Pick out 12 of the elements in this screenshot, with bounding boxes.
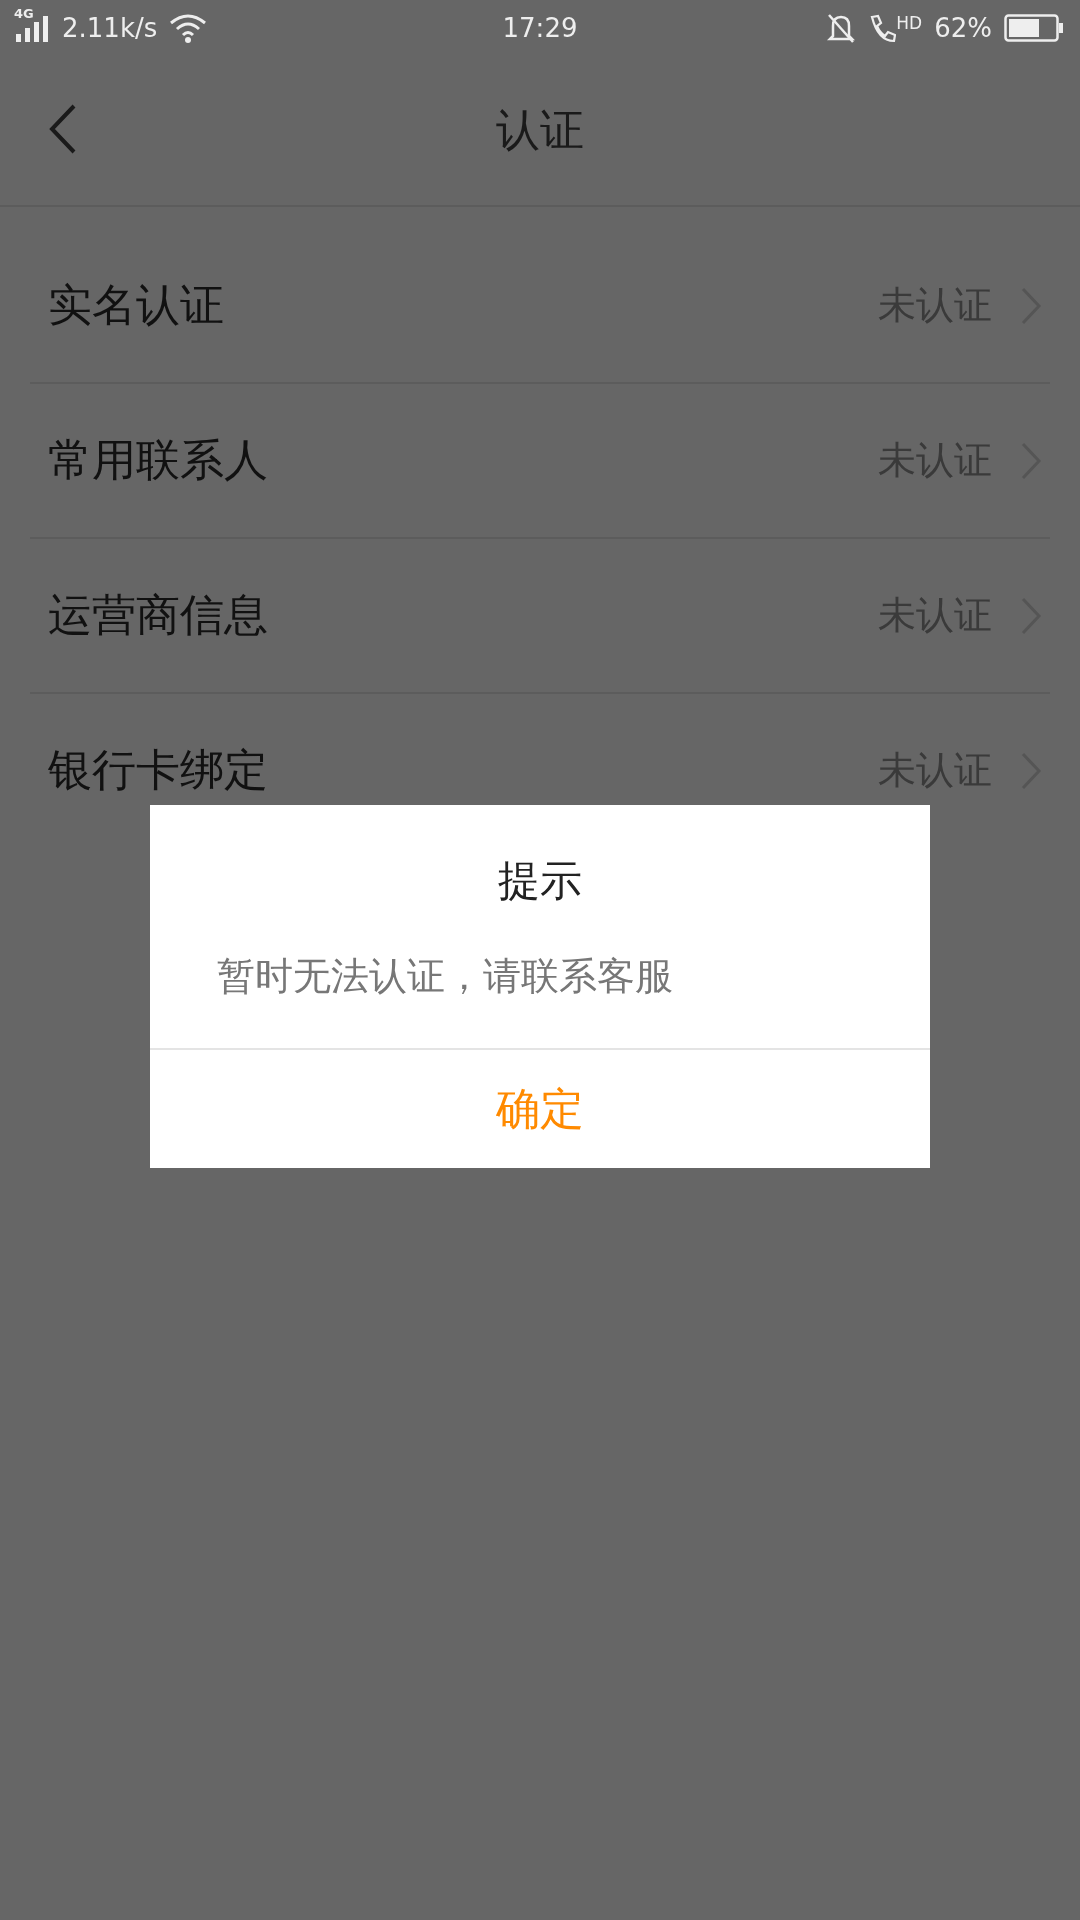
dialog-message: 暂时无法认证，请联系客服 [217, 953, 674, 1000]
battery-icon [1004, 13, 1064, 42]
hd-label: HD [896, 12, 923, 33]
page-title: 认证 [496, 102, 584, 157]
clock: 17:29 [502, 12, 578, 43]
back-icon[interactable] [48, 103, 78, 155]
battery-percent: 62% [934, 12, 992, 43]
network-speed: 2.11k/s [62, 12, 158, 43]
phone-icon [868, 12, 897, 43]
dialog-title: 提示 [497, 855, 583, 907]
wifi-icon [169, 12, 208, 43]
network-label: 4G [14, 5, 34, 21]
